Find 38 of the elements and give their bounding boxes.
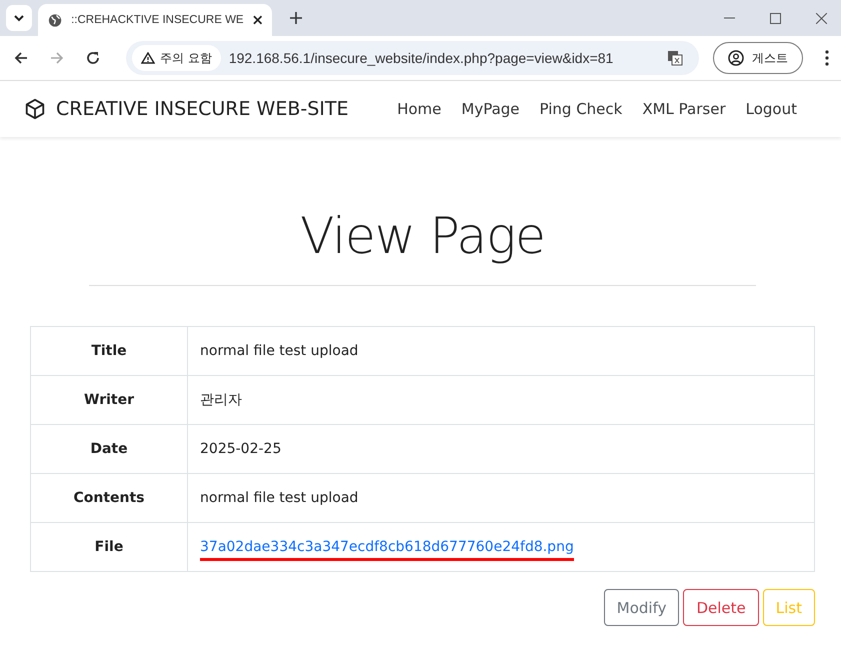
globe-icon: [48, 12, 62, 28]
field-label: Writer: [30, 376, 188, 424]
field-value: normal file test upload: [200, 490, 358, 506]
address-bar[interactable]: 주의 요함 192.168.56.1/insecure_website/index.php?page=view&idx=81: [126, 41, 699, 75]
action-button[interactable]: Modify: [604, 589, 680, 626]
back-icon[interactable]: [14, 51, 28, 65]
field-value: 2025-02-25: [200, 441, 282, 457]
maximize-icon[interactable]: [770, 12, 781, 24]
field-label: Date: [30, 424, 188, 474]
field-value: normal file test upload: [200, 343, 358, 359]
new-tab-icon[interactable]: [290, 12, 302, 24]
reload-icon[interactable]: [86, 51, 100, 65]
field-value: 관리자: [200, 392, 242, 408]
field-label: Title: [30, 326, 188, 376]
tab-list-button[interactable]: [6, 5, 32, 31]
close-icon[interactable]: [252, 15, 262, 25]
nav-link[interactable]: Home: [397, 100, 442, 118]
nav-link[interactable]: Logout: [746, 100, 797, 118]
translate-icon[interactable]: [667, 50, 683, 66]
chevron-down-icon: [14, 14, 24, 22]
action-button[interactable]: Delete: [683, 589, 759, 626]
nav-link[interactable]: MyPage: [461, 100, 520, 118]
browser-tab[interactable]: ::CREHACKTIVE INSECURE WE: [38, 4, 272, 36]
url-text: 192.168.56.1/insecure_website/index.php?page=view&idx=81: [228, 50, 614, 66]
warning-icon: [141, 52, 155, 64]
nav-link[interactable]: Ping Check: [540, 100, 622, 118]
tab-title: ::CREHACKTIVE INSECURE WE: [71, 14, 244, 26]
security-chip[interactable]: 주의 요함: [132, 45, 221, 71]
page-heading: View Page: [299, 207, 546, 265]
minimize-icon[interactable]: [724, 17, 735, 19]
field-label: File: [30, 522, 188, 572]
site-brand[interactable]: CREATIVE INSECURE WEB-SITE: [56, 98, 349, 120]
menu-icon[interactable]: [825, 50, 829, 66]
field-label: Contents: [30, 474, 188, 522]
profile-button[interactable]: 게스트: [713, 42, 803, 74]
nav-link[interactable]: XML Parser: [642, 100, 726, 118]
person-icon: [728, 50, 744, 66]
cube-icon: [24, 98, 46, 120]
